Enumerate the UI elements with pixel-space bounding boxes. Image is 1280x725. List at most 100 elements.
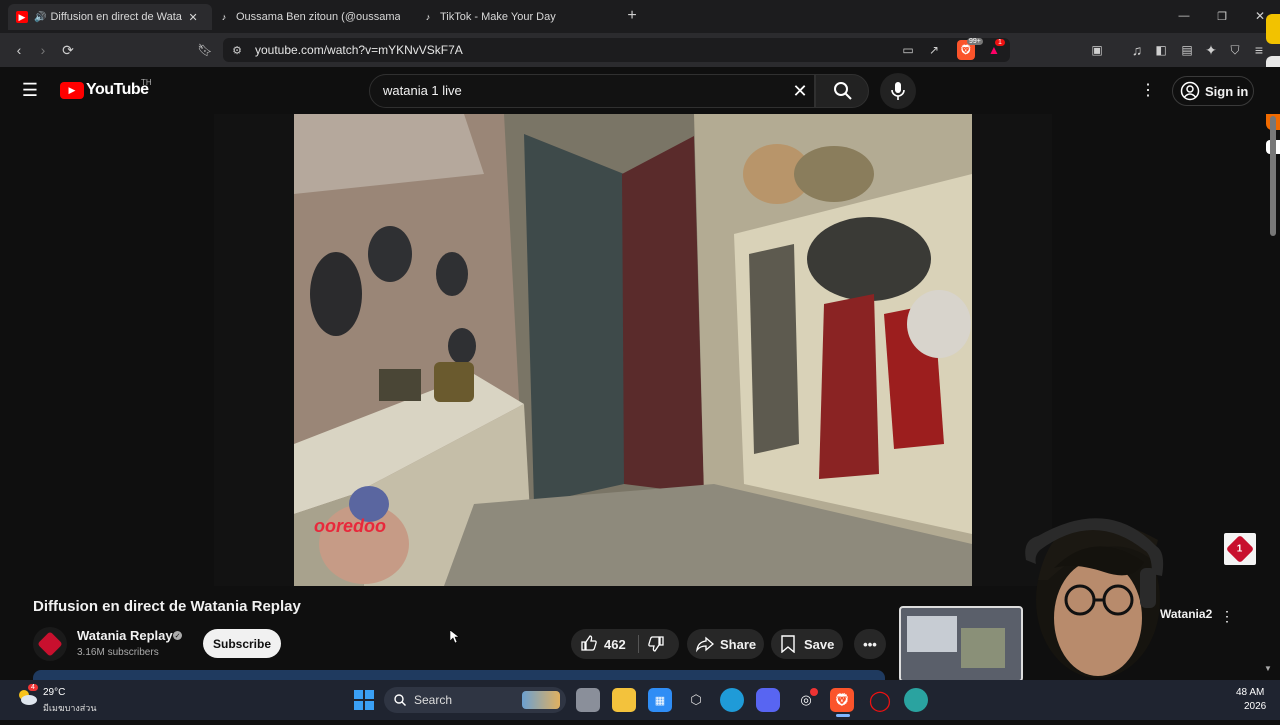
weather-badge: 4 [28, 684, 38, 691]
tab-title: TikTok - Make Your Day [440, 11, 556, 23]
weather-description: มีเมฆบางส่วน [43, 703, 97, 713]
more-horizontal-icon: ••• [863, 636, 877, 652]
thumbs-up-icon [581, 635, 597, 651]
save-button[interactable]: Save [771, 629, 843, 659]
thumbs-down-icon [648, 636, 664, 652]
watania-logo-icon [37, 631, 63, 657]
video-scene-image [294, 114, 972, 586]
active-app-indicator [836, 714, 850, 717]
video-frame[interactable]: ooredoo [294, 114, 972, 586]
cast-icon[interactable]: ▭ [899, 41, 917, 59]
url-field[interactable]: ⚙ youtube.com/watch?v=mYKNvVSkF7A ▭ ↗ 🦁︎… [223, 38, 1010, 62]
account-icon [1180, 81, 1200, 101]
like-button[interactable] [580, 634, 600, 654]
site-settings-icon[interactable]: ⚙ [229, 42, 245, 58]
shields-count-badge: 99+ [967, 38, 983, 45]
share-button[interactable]: Share [687, 629, 764, 659]
sidebar-toggle-icon[interactable]: ◧ [1152, 40, 1170, 60]
new-tab-button[interactable]: + [622, 6, 642, 26]
speaker-icon: 🔊 [34, 11, 47, 23]
start-windows-icon[interactable] [352, 688, 376, 712]
hamburger-menu-icon[interactable]: ☰ [20, 80, 40, 100]
like-count: 462 [604, 637, 626, 652]
task-view-icon[interactable] [576, 688, 600, 712]
subscribe-button[interactable]: Subscribe [203, 629, 281, 658]
globe-app-icon[interactable] [904, 688, 928, 712]
media-icon[interactable]: ♫ [1128, 40, 1146, 60]
microsoft-store-icon[interactable]: ▦ [648, 688, 672, 712]
like-divider [638, 635, 639, 653]
watania-logo-icon: 1 [1225, 534, 1255, 564]
recommended-thumbnail[interactable] [899, 606, 1023, 682]
browser-tab-bar: ▶ 🔊 Diffusion en direct de Watania ✕ ♪ O… [0, 0, 1280, 33]
minimize-button[interactable]: — [1174, 6, 1194, 26]
clock-time: 48 AM [1236, 687, 1265, 698]
clock-date: 2026 [1244, 701, 1267, 712]
edge-browser-icon[interactable] [720, 688, 744, 712]
video-title: Diffusion en direct de Watania Replay [33, 598, 301, 615]
side-panel-item-icon[interactable] [1266, 14, 1280, 44]
temperature-text: 29°C [43, 687, 66, 698]
share-arrow-icon [696, 636, 714, 653]
tab-tiktok[interactable]: ♪ TikTok - Make Your Day [416, 4, 618, 30]
share-page-icon[interactable]: ↗ [925, 41, 943, 59]
menu-icon[interactable]: ≡ [1250, 40, 1268, 60]
brave-taskbar-icon[interactable]: 🦁︎ [830, 688, 854, 712]
recommended-more-icon[interactable]: ⋮ [1219, 607, 1235, 625]
description-box[interactable] [33, 670, 885, 680]
bookmark-save-icon [781, 635, 795, 653]
leo-ai-icon[interactable]: ✦ [1202, 40, 1220, 60]
search-input[interactable]: watania 1 live [383, 83, 462, 98]
channel-watermark-logo[interactable]: 1 [1224, 533, 1256, 565]
share-label: Share [720, 637, 757, 652]
tab-youtube[interactable]: ▶ 🔊 Diffusion en direct de Watania ✕ [8, 4, 212, 30]
more-actions-button[interactable]: ••• [854, 629, 886, 659]
tiktok-favicon-icon: ♪ [221, 12, 227, 22]
weather-widget-icon[interactable]: 4 [16, 684, 38, 708]
search-icon [834, 82, 852, 100]
url-text: youtube.com/watch?v=mYKNvVSkF7A [255, 43, 463, 57]
tab-close-icon[interactable]: ✕ [188, 11, 197, 24]
page-scrollbar[interactable] [1270, 116, 1276, 236]
clear-search-icon[interactable]: ✕ [790, 81, 810, 101]
windows-taskbar [0, 680, 1280, 720]
voice-search-button[interactable] [880, 73, 916, 109]
bookmark-icon[interactable]: 🔖︎ [196, 40, 214, 60]
app-cube-icon[interactable]: ⬡ [684, 688, 708, 712]
scroll-down-arrow-icon[interactable]: ▼ [1264, 664, 1274, 674]
region-code: TH [141, 78, 152, 87]
search-highlight-image [522, 691, 560, 709]
channel-name[interactable]: Watania Replay [77, 628, 173, 643]
search-icon [394, 694, 406, 706]
youtube-logo-text[interactable]: YouTube [86, 81, 149, 99]
tab-title: Oussama Ben zitoun (@oussama.ben [236, 11, 400, 23]
tab-tiktok-profile[interactable]: ♪ Oussama Ben zitoun (@oussama.ben [212, 4, 414, 30]
discord-icon[interactable] [756, 688, 780, 712]
taskbar-search-box[interactable]: Search [384, 687, 566, 713]
subscriber-count: 3.16M subscribers [77, 647, 159, 658]
wallet-icon[interactable]: ▤ [1178, 40, 1196, 60]
verified-badge-icon: ✓ [173, 631, 182, 640]
tiktok-favicon-icon: ♪ [425, 12, 431, 22]
search-box[interactable]: watania 1 live ✕ [369, 74, 815, 108]
mouse-cursor-icon [449, 629, 460, 644]
restore-button[interactable]: ❐ [1212, 6, 1232, 26]
file-explorer-icon[interactable] [612, 688, 636, 712]
reload-icon[interactable]: ⟳ [58, 40, 78, 60]
more-options-icon[interactable]: ⋮ [1140, 80, 1156, 100]
sign-in-label: Sign in [1205, 84, 1249, 99]
back-arrow-icon[interactable]: ‹ [10, 40, 28, 60]
taskbar-search-label: Search [414, 693, 453, 707]
youtube-favicon-icon: ▶ [16, 11, 28, 23]
forward-arrow-icon[interactable]: › [34, 40, 52, 60]
channel-avatar[interactable] [33, 627, 67, 661]
opera-gx-icon[interactable]: ◯ [868, 688, 892, 712]
sign-in-button[interactable]: Sign in [1172, 76, 1254, 106]
reader-mode-icon[interactable]: ▣ [1088, 40, 1106, 60]
youtube-logo-icon[interactable]: ▶ [60, 82, 84, 99]
dislike-button[interactable] [647, 635, 667, 655]
vpn-shield-icon[interactable]: ⛉ [1226, 40, 1244, 60]
microphone-icon [891, 82, 905, 100]
like-dislike-group: 462 [571, 629, 679, 659]
search-button[interactable] [815, 74, 869, 108]
